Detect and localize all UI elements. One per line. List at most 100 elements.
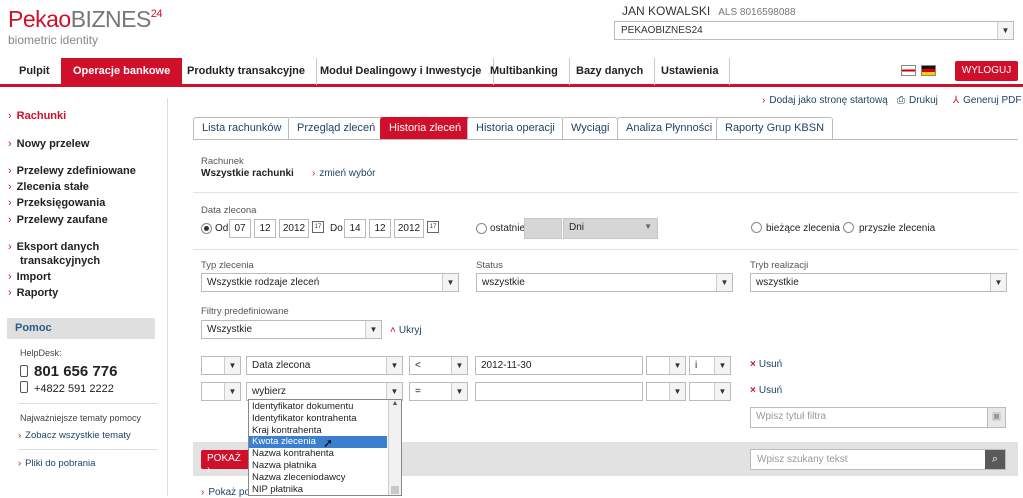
date-range-radio[interactable] <box>201 223 212 234</box>
row2-value-input[interactable] <box>475 382 643 401</box>
tab-historia-zlecen[interactable]: Historia zleceń <box>380 117 471 139</box>
order-type-select[interactable]: Wszystkie rodzaje zleceń ▼ <box>201 273 459 292</box>
chevron-down-icon: ▼ <box>386 383 402 400</box>
sidebar-item-eksport[interactable]: › Eksport danych <box>8 241 99 253</box>
chevron-right-icon: › <box>8 287 12 299</box>
uk-flag-icon[interactable] <box>901 65 916 76</box>
row1-paren-select[interactable]: ▼ <box>201 356 241 375</box>
sidebar-divider <box>18 449 158 450</box>
search-input[interactable]: Wpisz szukany tekst ⌕ <box>750 449 1006 470</box>
date-to-month[interactable]: 12 <box>369 219 391 238</box>
hide-filters-link[interactable]: ˄ Ukryj <box>390 325 422 336</box>
date-to-label: Do <box>330 223 343 234</box>
dropdown-option[interactable]: Nazwa płatnika <box>249 460 401 472</box>
dropdown-option[interactable]: Identyfikator dokumentu <box>249 401 401 413</box>
sidebar-item-rachunki[interactable]: › Rachunki <box>8 110 66 122</box>
predef-filters-select[interactable]: Wszystkie ▼ <box>201 320 382 339</box>
date-from-year[interactable]: 2012 <box>279 219 309 238</box>
order-type-label: Typ zlecenia <box>201 260 254 271</box>
show-button[interactable]: POKAŻ › <box>201 450 253 475</box>
mouse-cursor-icon: ➚ <box>323 436 334 450</box>
de-flag-icon[interactable] <box>921 65 936 76</box>
sidebar-item-zlecenia-stale[interactable]: › Zlecenia stałe <box>8 181 89 193</box>
row1-close-paren-select[interactable]: ▼ <box>646 356 686 375</box>
row2-close-paren-select[interactable]: ▼ <box>646 382 686 401</box>
search-icon[interactable]: ⌕ <box>985 450 1005 469</box>
add-start-link[interactable]: › Dodaj jako stronę startową <box>762 95 888 106</box>
chevron-down-icon: ▼ <box>386 357 402 374</box>
last-radio[interactable] <box>476 223 487 234</box>
dropdown-option[interactable]: Identyfikator kontrahenta <box>249 413 401 425</box>
row1-field-select[interactable]: Data zlecona ▼ <box>246 356 403 375</box>
calendar-icon[interactable]: 17 <box>312 221 324 233</box>
pdf-label: Generuj PDF <box>963 95 1022 106</box>
tab-historia-operacji[interactable]: Historia operacji <box>467 117 564 139</box>
dropdown-option[interactable]: Kraj kontrahenta <box>249 425 401 437</box>
row2-operator-select[interactable]: = ▼ <box>409 382 468 401</box>
row1-field-value: Data zlecona <box>252 360 311 371</box>
sidebar-item-raporty[interactable]: › Raporty <box>8 287 58 299</box>
save-icon[interactable]: ▣ <box>987 408 1005 427</box>
mode-select[interactable]: wszystkie ▼ <box>750 273 1007 292</box>
last-count-input[interactable] <box>524 218 562 239</box>
last-unit-select[interactable]: Dni ▼ <box>563 218 658 239</box>
date-to-year[interactable]: 2012 <box>394 219 424 238</box>
nav-ustawienia[interactable]: Ustawienia <box>650 58 731 85</box>
change-account-link[interactable]: › zmień wybór <box>312 168 375 179</box>
brand-logo: PekaoBIZNES24 <box>8 6 163 33</box>
dropdown-scrollbar[interactable]: ▲ <box>388 400 401 495</box>
sidebar-item-import[interactable]: › Import <box>8 271 51 283</box>
scroll-thumb[interactable] <box>391 486 399 494</box>
bottom-link[interactable]: › Pokaż po <box>201 487 250 498</box>
future-orders-radio[interactable] <box>843 222 854 233</box>
row2-remove-link[interactable]: × Usuń <box>750 385 782 396</box>
nav-dealing[interactable]: Moduł Dealingowy i Inwestycje <box>308 58 495 85</box>
sidebar-item-eksport-line2[interactable]: transakcyjnych <box>20 255 100 267</box>
predef-filters-value: Wszystkie <box>207 324 252 335</box>
sidebar-item-nowy-przelew[interactable]: › Nowy przelew <box>8 138 89 150</box>
date-from-label: Od <box>215 223 229 234</box>
downloads-link[interactable]: › Pliki do pobrania <box>18 458 95 469</box>
chevron-down-icon[interactable]: ▼ <box>997 22 1013 39</box>
chevron-right-icon: › <box>8 110 12 122</box>
tab-lista-rachunkow[interactable]: Lista rachunków <box>193 117 291 139</box>
pdf-link[interactable]: ⅄ Generuj PDF <box>953 95 1021 106</box>
sidebar-item-label: Rachunki <box>16 110 67 122</box>
sidebar-item-przelewy-zaufane[interactable]: › Przelewy zaufane <box>8 214 108 226</box>
nav-pulpit[interactable]: Pulpit <box>8 58 62 85</box>
scroll-up-icon[interactable]: ▲ <box>389 400 401 407</box>
filter-title-input[interactable]: Wpisz tytuł filtra ▣ <box>750 407 1006 428</box>
nav-multibanking[interactable]: Multibanking <box>479 58 570 85</box>
date-from-day[interactable]: 07 <box>229 219 251 238</box>
row1-operator-select[interactable]: < ▼ <box>409 356 468 375</box>
tab-analiza-plynnosci[interactable]: Analiza Płynności <box>617 117 722 139</box>
tab-raporty-grup[interactable]: Raporty Grup KBSN <box>716 117 834 139</box>
dropdown-option[interactable]: NIP płatnika <box>249 484 401 496</box>
row1-join-select[interactable]: i ▼ <box>689 356 731 375</box>
print-link[interactable]: ⎙ Drukuj <box>897 95 938 106</box>
date-from-month[interactable]: 12 <box>254 219 276 238</box>
sidebar-item-przeksiegowania[interactable]: › Przeksięgowania <box>8 197 105 209</box>
dropdown-option-highlighted[interactable]: Kwota zlecenia <box>249 436 387 449</box>
chevron-down-icon: ▼ <box>224 383 240 400</box>
tab-wyciagi[interactable]: Wyciągi <box>562 117 619 139</box>
current-orders-radio[interactable] <box>751 222 762 233</box>
help-topics-link[interactable]: › Zobacz wszystkie tematy <box>18 430 131 441</box>
date-to-day[interactable]: 14 <box>344 219 366 238</box>
row2-paren-select[interactable]: ▼ <box>201 382 241 401</box>
status-select[interactable]: wszystkie ▼ <box>476 273 733 292</box>
tab-przeglad-zlecen[interactable]: Przegląd zleceń <box>288 117 385 139</box>
sidebar-item-label: Przeksięgowania <box>16 197 106 209</box>
nav-operacje-bankowe[interactable]: Operacje bankowe <box>61 58 183 85</box>
row1-remove-link[interactable]: × Usuń <box>750 359 782 370</box>
calendar-icon[interactable]: 17 <box>427 221 439 233</box>
context-select[interactable]: PEKAOBIZNES24 ▼ <box>614 21 1014 40</box>
sidebar-item-przelewy-zdefiniowane[interactable]: › Przelewy zdefiniowane <box>8 165 136 177</box>
chevron-right-icon: › <box>8 181 12 193</box>
dropdown-option[interactable]: Nazwa zleceniodawcy <box>249 472 401 484</box>
nav-produkty[interactable]: Produkty transakcyjne <box>176 58 317 85</box>
row2-join-select[interactable]: ▼ <box>689 382 731 401</box>
nav-bazy[interactable]: Bazy danych <box>565 58 656 85</box>
logout-button[interactable]: WYLOGUJ <box>955 61 1018 81</box>
row1-value-input[interactable]: 2012-11-30 <box>475 356 643 375</box>
